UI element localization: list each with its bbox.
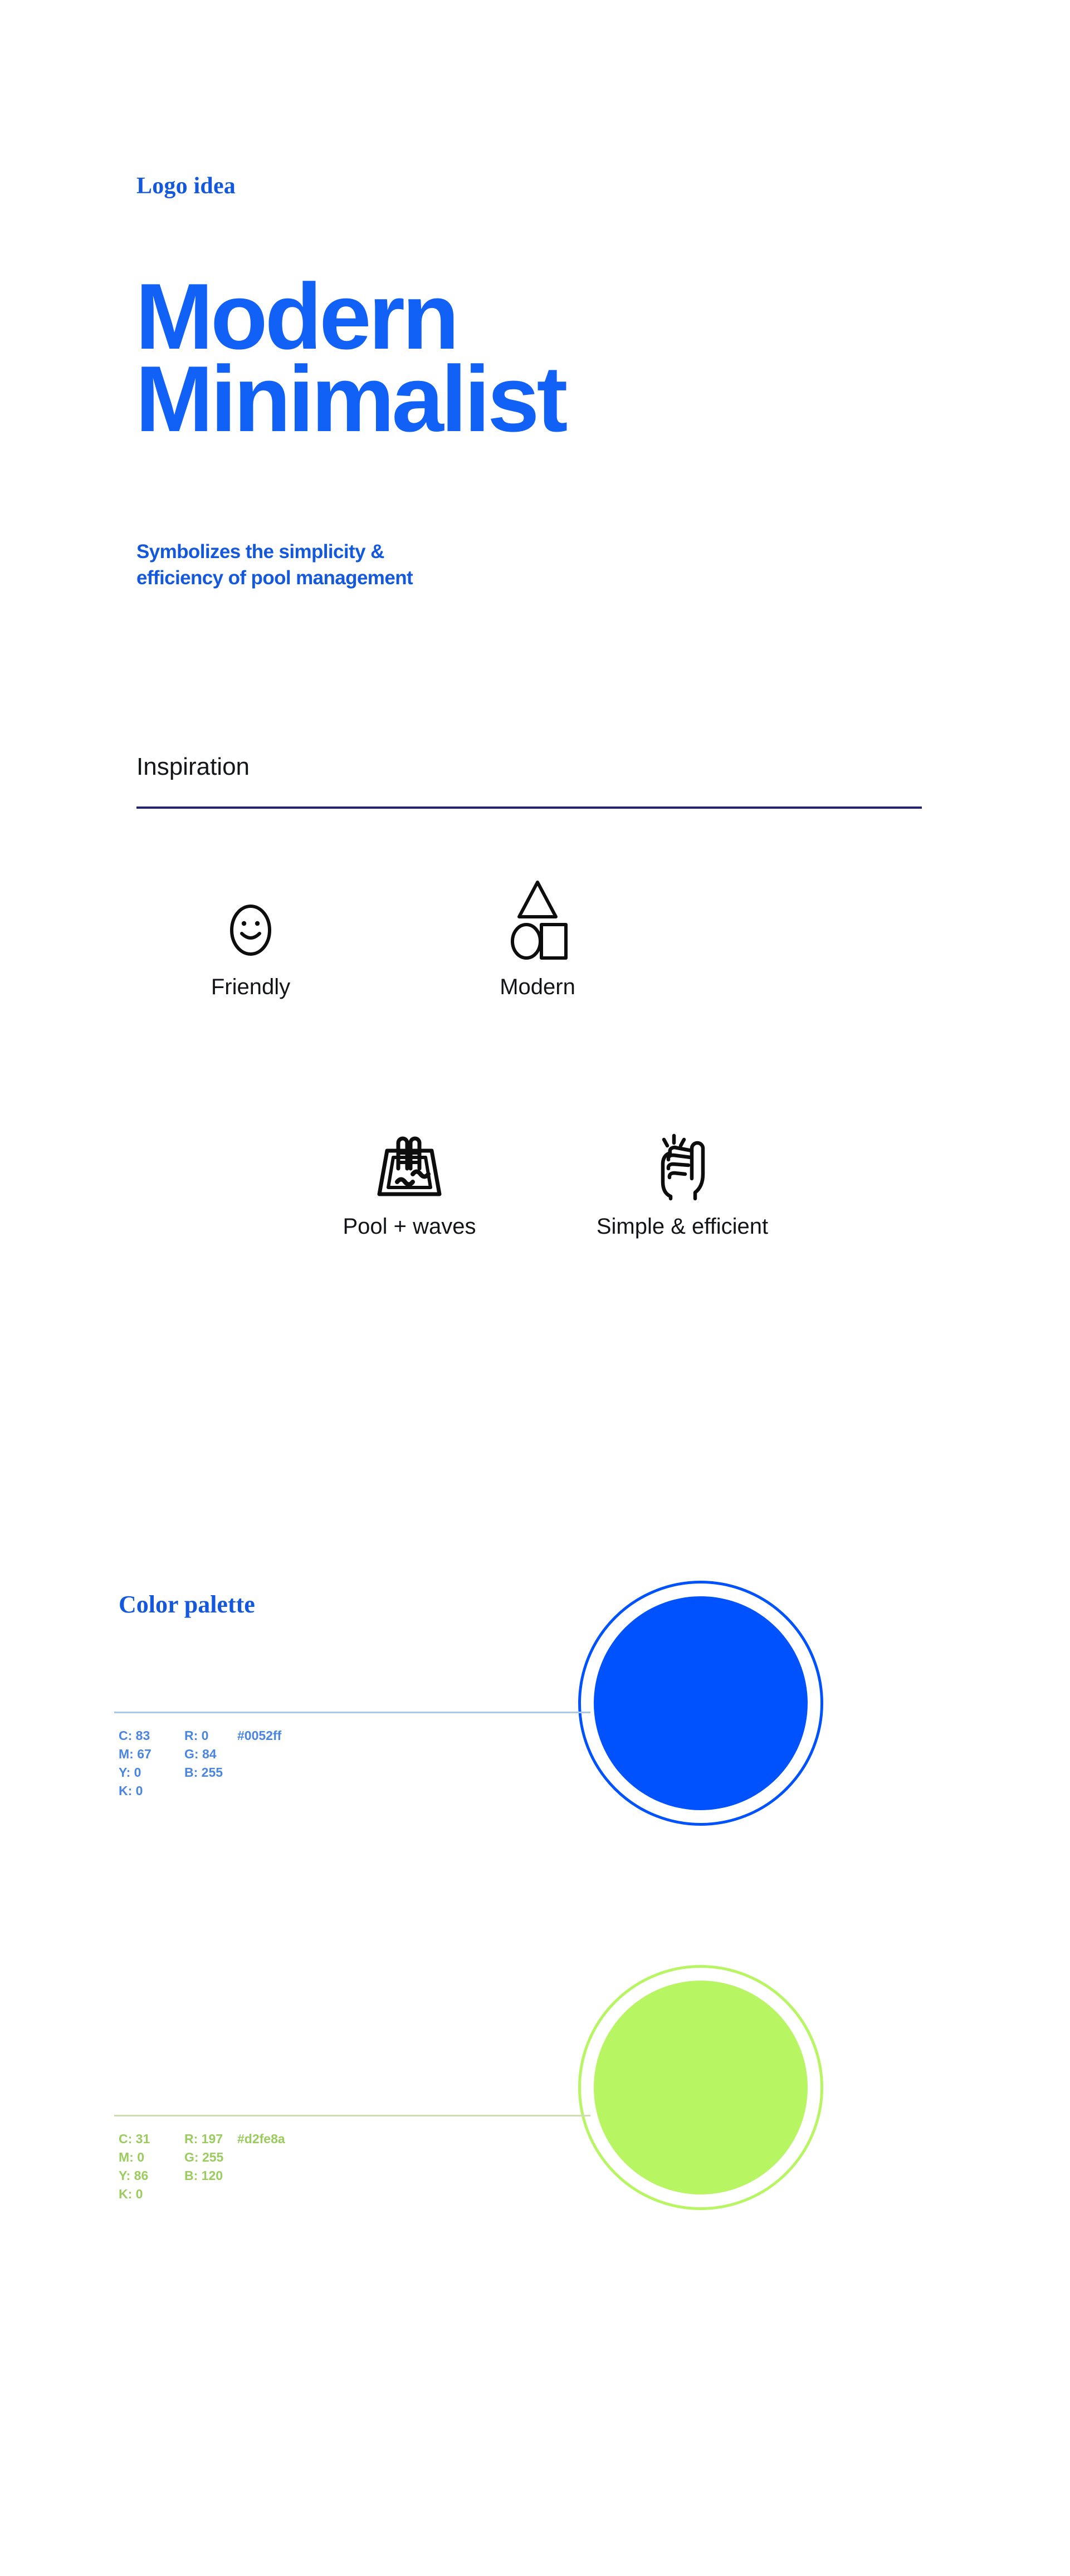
cmyk-m: M: 67 <box>119 1747 152 1762</box>
color-swatch-specs: C: 83 M: 67 Y: 0 K: 0 R: 0 G: 84 B: 255 … <box>119 1727 281 1800</box>
color-swatch-divider <box>114 2115 590 2116</box>
brand-style-guide-page: Logo idea Modern Minimalist Symbolizes t… <box>0 0 1070 2576</box>
rgb-values: R: 0 G: 84 B: 255 <box>184 1727 237 1782</box>
page-subtitle: Symbolizes the simplicity & efficiency o… <box>136 539 413 591</box>
inspiration-item-label: Modern <box>500 975 575 999</box>
page-eyebrow: Logo idea <box>136 173 236 199</box>
page-title-line-2: Minimalist <box>135 346 568 451</box>
geometric-shapes-icon <box>462 874 613 964</box>
inspiration-item-pool-waves: Pool + waves <box>312 1131 507 1239</box>
cmyk-values: C: 31 M: 0 Y: 86 K: 0 <box>119 2130 184 2203</box>
smiley-face-icon <box>178 897 323 964</box>
cmyk-c: C: 83 <box>119 1728 150 1743</box>
color-palette-section-title: Color palette <box>119 1591 255 1618</box>
cmyk-y: Y: 0 <box>119 1765 141 1780</box>
rgb-r: R: 0 <box>184 1728 209 1743</box>
rgb-values: R: 197 G: 255 B: 120 <box>184 2130 237 2185</box>
pointing-hand-icon <box>557 1131 808 1203</box>
inspiration-item-label: Friendly <box>211 975 291 999</box>
inspiration-section-divider <box>136 806 922 809</box>
rgb-r: R: 197 <box>184 2132 223 2146</box>
color-swatch-divider <box>114 1712 590 1713</box>
page-subtitle-line-1: Symbolizes the simplicity & <box>136 541 384 563</box>
inspiration-item-label: Simple & efficient <box>596 1214 769 1239</box>
inspiration-item-friendly: Friendly <box>178 897 323 1000</box>
hex-value: #d2fe8a <box>237 2132 285 2146</box>
cmyk-c: C: 31 <box>119 2132 150 2146</box>
rgb-g: G: 84 <box>184 1747 217 1762</box>
color-swatch-fill <box>594 1596 808 1810</box>
inspiration-item-label: Pool + waves <box>343 1214 476 1239</box>
color-swatch-green <box>578 1965 823 2210</box>
color-swatch-specs: C: 31 M: 0 Y: 86 K: 0 R: 197 G: 255 B: 1… <box>119 2130 285 2203</box>
rgb-g: G: 255 <box>184 2150 224 2165</box>
hex-value: #0052ff <box>237 1728 282 1743</box>
cmyk-k: K: 0 <box>119 2187 143 2202</box>
page-title: Modern Minimalist <box>135 270 568 451</box>
inspiration-section-title: Inspiration <box>136 753 250 780</box>
cmyk-m: M: 0 <box>119 2150 144 2165</box>
cmyk-y: Y: 86 <box>119 2168 149 2183</box>
inspiration-item-simple-efficient: Simple & efficient <box>557 1131 808 1239</box>
page-subtitle-line-2: efficiency of pool management <box>136 566 413 589</box>
rgb-b: B: 255 <box>184 1765 223 1780</box>
rgb-b: B: 120 <box>184 2168 223 2183</box>
swimming-pool-icon <box>312 1131 507 1203</box>
color-swatch-blue <box>578 1581 823 1826</box>
cmyk-k: K: 0 <box>119 1783 143 1798</box>
color-swatch-fill <box>594 1981 808 2194</box>
inspiration-item-modern: Modern <box>462 874 613 1000</box>
cmyk-values: C: 83 M: 67 Y: 0 K: 0 <box>119 1727 184 1800</box>
